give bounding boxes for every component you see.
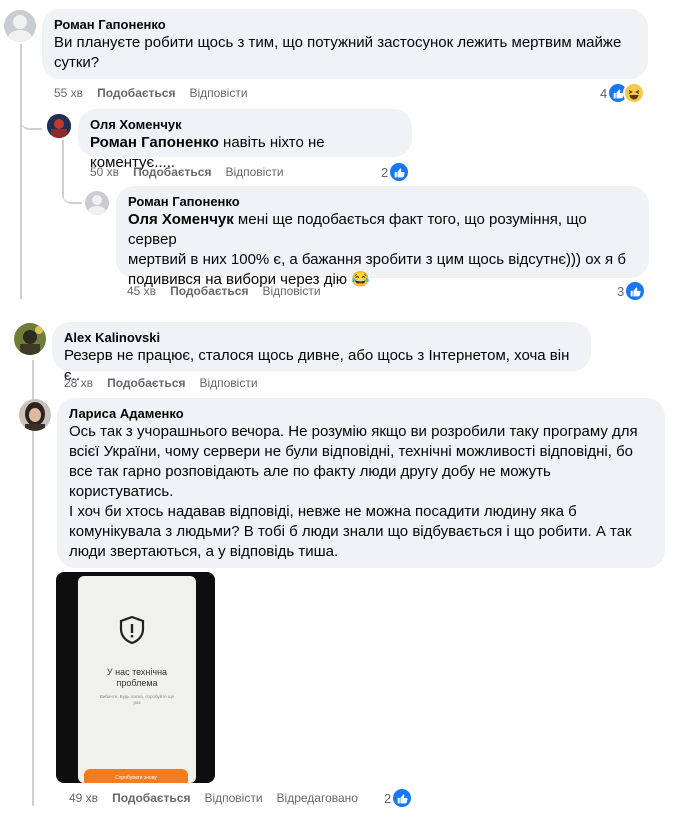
reaction-count: 2 [384, 790, 392, 806]
reply-button[interactable]: Відповісти [225, 165, 283, 179]
reply-button[interactable]: Відповісти [204, 791, 262, 805]
shield-icon [118, 615, 146, 650]
comment-time[interactable]: 28 хв [64, 376, 93, 390]
haha-icon [623, 82, 646, 104]
comment-bubble: Оля Хоменчук Роман Гапоненко навіть ніхт… [78, 109, 412, 171]
like-button[interactable]: Подобається [112, 791, 190, 805]
comment-time[interactable]: 45 хв [127, 284, 156, 298]
thread-branch [20, 110, 42, 130]
comment-time[interactable]: 50 хв [90, 165, 119, 179]
comment-text: Оля Хоменчук мені ще подобається факт то… [128, 211, 626, 288]
comment-bubble: Роман Гапоненко Ви плануєте робити щось … [42, 9, 648, 79]
comment-bubble: Лариса Адаменко Ось так з учорашнього ве… [57, 398, 665, 568]
avatar[interactable] [4, 10, 36, 42]
comment-time[interactable]: 49 хв [69, 791, 98, 805]
comment-author[interactable]: Оля Хоменчук [90, 117, 400, 133]
like-icon [391, 787, 414, 809]
avatar[interactable] [14, 323, 46, 355]
reply-button[interactable]: Відповісти [262, 284, 320, 298]
comment-author[interactable]: Alex Kalinovski [64, 330, 579, 346]
reaction-summary[interactable]: 2 [381, 161, 411, 183]
comment-author[interactable]: Роман Гапоненко [54, 17, 636, 33]
avatar[interactable] [47, 114, 71, 138]
error-subtitle: Вибачте. Будь ласка, спробуйте ще раз [99, 694, 175, 705]
phone-screen: У нас технічна проблема Вибачте. Будь лас… [78, 576, 196, 783]
laughing-emoji: 😂 [351, 271, 370, 288]
reaction-summary[interactable]: 2 [384, 787, 414, 809]
retry-button: Спробувати знову [84, 769, 188, 783]
like-icon [624, 280, 647, 302]
reply-button[interactable]: Відповісти [199, 376, 257, 390]
thread-line [20, 44, 22, 299]
reaction-summary[interactable]: 4 [600, 82, 646, 104]
like-icon [388, 161, 411, 183]
comment-meta: 45 хв Подобається Відповісти [127, 283, 335, 299]
like-button[interactable]: Подобається [170, 284, 248, 298]
reaction-count: 4 [600, 85, 608, 101]
like-button[interactable]: Подобається [97, 86, 175, 100]
like-button[interactable]: Подобається [133, 165, 211, 179]
like-button[interactable]: Подобається [107, 376, 185, 390]
comment-photo[interactable]: У нас технічна проблема Вибачте. Будь лас… [56, 572, 215, 783]
error-title: У нас технічна проблема [106, 667, 168, 688]
comment-author[interactable]: Роман Гапоненко [128, 194, 637, 210]
comment-meta: 55 хв Подобається Відповісти [54, 85, 262, 101]
comment-time[interactable]: 55 хв [54, 86, 83, 100]
comment-bubble: Роман Гапоненко Оля Хоменчук мені ще под… [116, 186, 649, 288]
comment-meta: 49 хв Подобається Відповісти Відредаговано [69, 790, 372, 806]
comment-text: Ось так з учорашнього вечора. Не розумію… [69, 423, 638, 560]
reaction-count: 3 [617, 283, 625, 299]
reaction-count: 2 [381, 164, 389, 180]
comment-meta: 50 хв Подобається Відповісти [90, 164, 298, 180]
mention-link[interactable]: Оля Хоменчук [128, 211, 234, 228]
avatar[interactable] [85, 191, 109, 215]
edited-label: Відредаговано [276, 791, 358, 805]
comment-meta: 28 хв Подобається Відповісти [64, 375, 272, 391]
mention-link[interactable]: Роман Гапоненко [90, 134, 219, 151]
reaction-summary[interactable]: 3 [617, 280, 647, 302]
thread-branch [62, 186, 82, 204]
comment-bubble: Alex Kalinovski Резерв не працює, сталос… [52, 322, 591, 384]
comment-text: Ви плануєте робити щось з тим, що потужн… [54, 34, 622, 71]
reply-button[interactable]: Відповісти [189, 86, 247, 100]
comment-author[interactable]: Лариса Адаменко [69, 406, 653, 422]
avatar[interactable] [19, 399, 51, 431]
